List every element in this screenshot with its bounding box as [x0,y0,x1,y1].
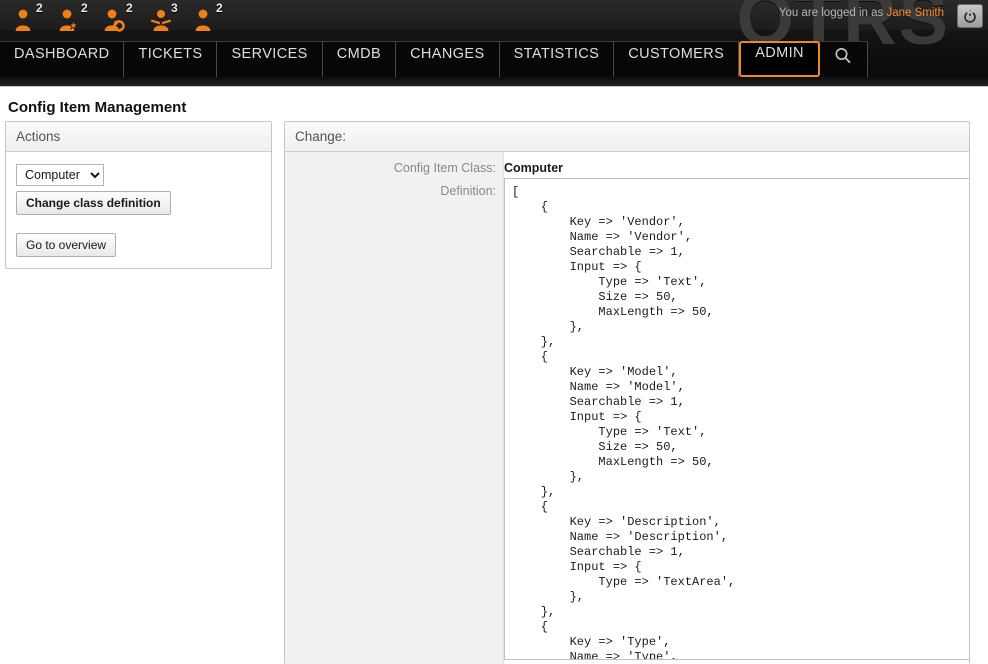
nav-item-dashboard[interactable]: DASHBOARD [0,41,124,77]
nav-label: SERVICES [231,46,307,62]
change-widget-body: Config Item Class: Computer Definition: … [285,152,969,660]
nav-item-statistics[interactable]: STATISTICS [500,41,615,77]
toolbar-item-4[interactable]: 2 [194,3,228,39]
toolbar-item-0[interactable]: 2 [14,3,48,39]
nav-label: TICKETS [138,46,202,62]
person-icon [14,8,34,32]
change-widget-title: Change: [285,122,969,152]
actions-sidebar-title: Actions [6,122,271,152]
nav-label: CMDB [337,46,381,62]
nav-search-button[interactable] [820,41,868,77]
class-select[interactable]: ComputerHardwareLocationNetworkSoftware [16,164,104,186]
go-to-overview-button[interactable]: Go to overview [16,233,116,257]
definition-textarea[interactable]: [ { Key => 'Vendor', Name => 'Vendor', S… [504,178,969,660]
nav-label: ADMIN [755,45,804,61]
definition-row: Definition: [ { Key => 'Vendor', Name =>… [285,175,969,660]
actions-sidebar-body: ComputerHardwareLocationNetworkSoftware … [6,152,271,271]
toolbar-count-4: 2 [216,1,223,15]
nav-item-tickets[interactable]: TICKETS [124,41,217,77]
nav-label: CHANGES [410,46,485,62]
nav-label: STATISTICS [514,46,600,62]
logout-button[interactable] [957,4,983,28]
toolbar-item-1[interactable]: 2 [59,3,93,39]
toolbar-count-0: 2 [36,1,43,15]
nav-item-changes[interactable]: CHANGES [396,41,500,77]
login-info: You are logged in as Jane Smith [779,7,944,19]
change-widget: Change: Config Item Class: Computer Defi… [284,121,970,664]
page-title: Config Item Management [0,87,988,124]
nav-label: CUSTOMERS [628,46,724,62]
person-star-icon [59,8,81,32]
nav-label: DASHBOARD [14,46,109,62]
login-user-link[interactable]: Jane Smith [886,7,944,19]
nav-item-services[interactable]: SERVICES [217,41,322,77]
actions-sidebar: Actions ComputerHardwareLocationNetworkS… [5,121,272,269]
toolbar-count-3: 3 [171,1,178,15]
toolbar-count-1: 2 [81,1,88,15]
config-item-class-label: Config Item Class: [285,152,504,175]
nav-item-customers[interactable]: CUSTOMERS [614,41,739,77]
agent-toolbar: 2 2 2 3 [14,3,228,39]
login-prefix-text: You are logged in as [779,7,887,19]
toolbar-item-2[interactable]: 2 [104,3,138,39]
definition-label: Definition: [285,175,504,198]
person-icon [194,8,214,32]
main-navigation: DASHBOARD TICKETS SERVICES CMDB CHANGES … [0,41,868,77]
nav-item-admin[interactable]: ADMIN [739,41,820,77]
person-raised-arms-icon [149,8,173,32]
nav-item-cmdb[interactable]: CMDB [323,41,396,77]
config-item-class-row: Config Item Class: Computer [285,152,969,175]
person-escalation-icon [104,8,126,32]
power-icon [963,9,977,23]
toolbar-count-2: 2 [126,1,133,15]
app-header: OTRS You are logged in as Jane Smith 2 2 [0,0,988,86]
config-item-class-value: Computer [504,152,563,175]
page-content: Config Item Management Actions ComputerH… [0,86,988,663]
toolbar-item-3[interactable]: 3 [149,3,183,39]
search-icon [833,46,853,66]
change-class-definition-button[interactable]: Change class definition [16,191,171,215]
